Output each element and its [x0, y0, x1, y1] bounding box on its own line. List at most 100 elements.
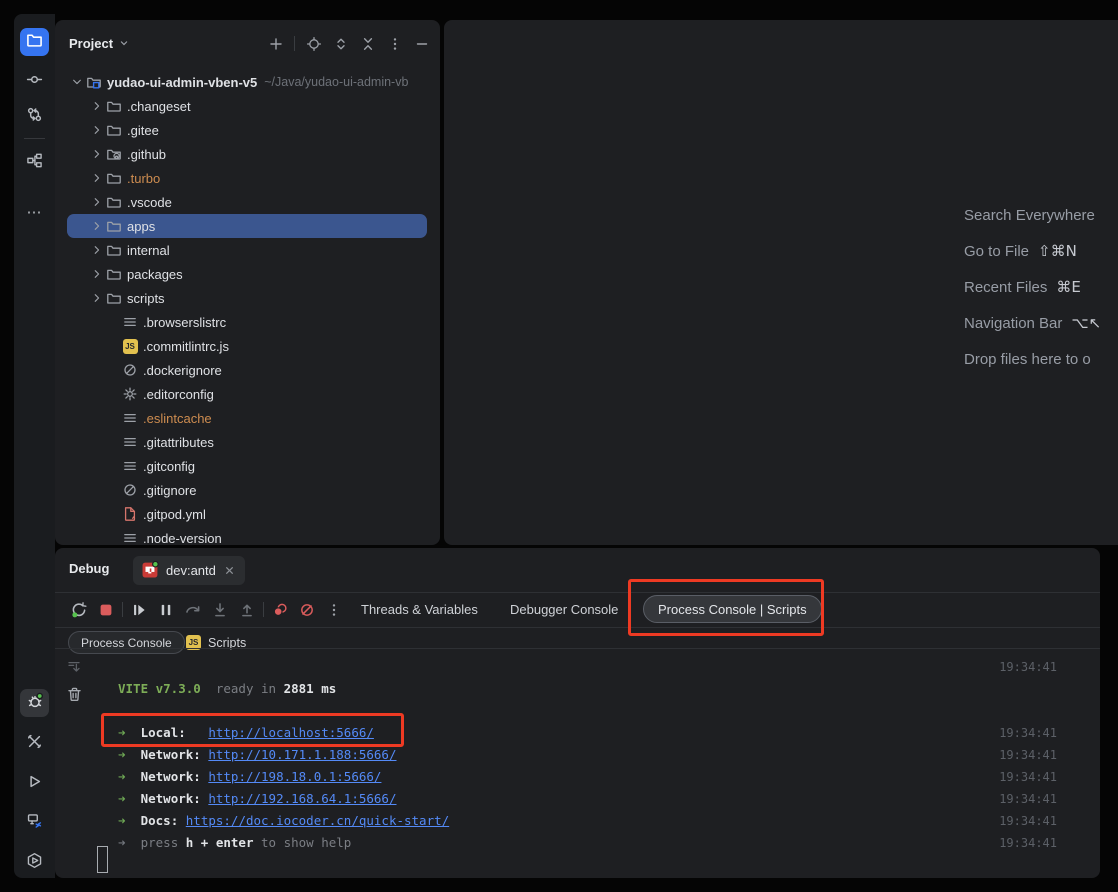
chevron-down-icon[interactable] [118, 37, 130, 49]
kebab-icon[interactable] [386, 35, 403, 52]
tree-item-browserslistrc[interactable]: .browserslistrc [55, 310, 440, 334]
npm-run-icon [142, 561, 159, 581]
collapse-all-icon[interactable] [359, 35, 376, 52]
separator [55, 627, 1100, 628]
tree-item-gitattributes[interactable]: .gitattributes [55, 430, 440, 454]
tree-item-turbo[interactable]: .turbo [55, 166, 440, 190]
chevron-right-icon[interactable] [89, 147, 105, 161]
tab-debugger-console[interactable]: Debugger Console [510, 592, 618, 627]
hint-recent-files: Recent Files⌘E [964, 269, 1104, 305]
step-over-icon[interactable] [182, 599, 204, 621]
editor-area: Search Everywhere Go to File⇧⌘N Recent F… [444, 20, 1118, 545]
debug-tool-button[interactable] [20, 689, 49, 717]
separator [55, 648, 1100, 649]
console-text-segment: 2881 ms [284, 681, 337, 696]
subtab-scripts[interactable]: JS Scripts [186, 632, 246, 653]
console-text-segment: ➜ [118, 835, 126, 850]
mute-breakpoints-icon[interactable] [296, 599, 318, 621]
tree-item-dockerignore[interactable]: .dockerignore [55, 358, 440, 382]
text-file-icon [121, 458, 139, 474]
chevron-right-icon[interactable] [89, 291, 105, 305]
tree-item-gitconfig[interactable]: .gitconfig [55, 454, 440, 478]
text-file-icon [121, 434, 139, 450]
tree-item-changeset[interactable]: .changeset [55, 94, 440, 118]
tree-item-root[interactable]: yudao-ui-admin-vben-v5~/Java/yudao-ui-ad… [55, 70, 440, 94]
chevron-right-icon[interactable] [89, 243, 105, 257]
tree-item-packages[interactable]: packages [55, 262, 440, 286]
run-tool-button[interactable] [20, 770, 49, 798]
close-icon[interactable] [223, 564, 236, 577]
tree-item-scripts[interactable]: scripts [55, 286, 440, 310]
console-text-segment: ➜ [118, 769, 126, 784]
console-text-segment: h + enter [186, 835, 254, 850]
run-icon [26, 773, 43, 795]
tree-item-gitignore[interactable]: .gitignore [55, 478, 440, 502]
view-breakpoints-icon[interactable] [269, 599, 291, 621]
commit-icon [26, 71, 43, 93]
chevron-right-icon[interactable] [89, 219, 105, 233]
locate-icon[interactable] [305, 35, 322, 52]
tree-item-vscode[interactable]: .vscode [55, 190, 440, 214]
tool-bar-divider [24, 138, 45, 139]
rerun-icon[interactable] [68, 599, 90, 621]
tree-item-gitee[interactable]: .gitee [55, 118, 440, 142]
pause-icon[interactable] [155, 599, 177, 621]
step-into-icon[interactable] [209, 599, 231, 621]
hide-icon[interactable] [413, 35, 430, 52]
root-module-folder-icon [85, 74, 103, 90]
console-text-segment [126, 747, 141, 762]
tree-item-github[interactable]: .github [55, 142, 440, 166]
console-timestamp: 19:34:41 [999, 766, 1057, 788]
folder-icon [105, 242, 123, 258]
console-timestamp: 19:34:41 [999, 744, 1057, 766]
folder-icon [105, 290, 123, 306]
chevron-right-icon[interactable] [89, 267, 105, 281]
debug-icon [26, 692, 44, 715]
debug-session-tab[interactable]: dev:antd [133, 556, 245, 585]
chevron-down-icon[interactable] [69, 75, 85, 89]
pull-requests-tool-button[interactable] [20, 103, 49, 131]
commit-tool-button[interactable] [20, 68, 49, 96]
project-tool-window: Project yudao-ui-admin-vben-v5~/Java/yud… [55, 20, 440, 545]
structure-tool-button[interactable] [20, 149, 49, 177]
services-tool-button[interactable] [20, 849, 49, 877]
tree-item-node-version[interactable]: .node-version [55, 526, 440, 545]
folder-icon [105, 98, 123, 114]
console-text-segment [126, 791, 141, 806]
step-out-icon[interactable] [236, 599, 258, 621]
folder-icon [105, 194, 123, 210]
stop-icon[interactable] [95, 599, 117, 621]
tree-item-editorconfig[interactable]: .editorconfig [55, 382, 440, 406]
tab-threads-variables[interactable]: Threads & Variables [361, 592, 478, 627]
console-link[interactable]: http://198.18.0.1:5666/ [208, 769, 381, 784]
chevron-right-icon[interactable] [89, 195, 105, 209]
more-tool-windows-button[interactable]: ⋯ [20, 198, 49, 226]
project-folder-icon [26, 31, 43, 53]
console-link[interactable]: http://10.171.1.188:5666/ [208, 747, 396, 762]
console-link[interactable]: http://192.168.64.1:5666/ [208, 791, 396, 806]
console-line-5: ➜ Network: http://198.18.0.1:5666/19:34:… [55, 766, 1100, 788]
plus-icon[interactable] [267, 35, 284, 52]
resume-icon[interactable] [128, 599, 150, 621]
expand-all-icon[interactable] [332, 35, 349, 52]
tree-item-commitlintrc-js[interactable]: JS.commitlintrc.js [55, 334, 440, 358]
console-line-6: ➜ Network: http://192.168.64.1:5666/19:3… [55, 788, 1100, 810]
console-line-1: VITE v7.3.0 ready in 2881 ms [55, 678, 1100, 700]
tools-tool-button[interactable] [20, 730, 49, 758]
tool-window-bar: ⋯ [14, 14, 55, 878]
chevron-right-icon[interactable] [89, 171, 105, 185]
kebab-icon[interactable] [323, 599, 345, 621]
project-panel-title[interactable]: Project [69, 36, 113, 51]
project-tool-button[interactable] [20, 28, 49, 56]
tree-item-eslintcache[interactable]: .eslintcache [55, 406, 440, 430]
hint-search-everywhere: Search Everywhere [964, 197, 1104, 233]
tree-item-internal[interactable]: internal [55, 238, 440, 262]
tree-item-apps[interactable]: apps [55, 214, 440, 238]
tree-item-gitpod-yml[interactable]: .gitpod.yml [55, 502, 440, 526]
subtab-process-console[interactable]: Process Console [68, 631, 185, 654]
pull-requests-icon [26, 106, 43, 128]
chevron-right-icon[interactable] [89, 123, 105, 137]
console-link[interactable]: https://doc.iocoder.cn/quick-start/ [186, 813, 449, 828]
chevron-right-icon[interactable] [89, 99, 105, 113]
remote-dev-tool-button[interactable] [20, 809, 49, 837]
